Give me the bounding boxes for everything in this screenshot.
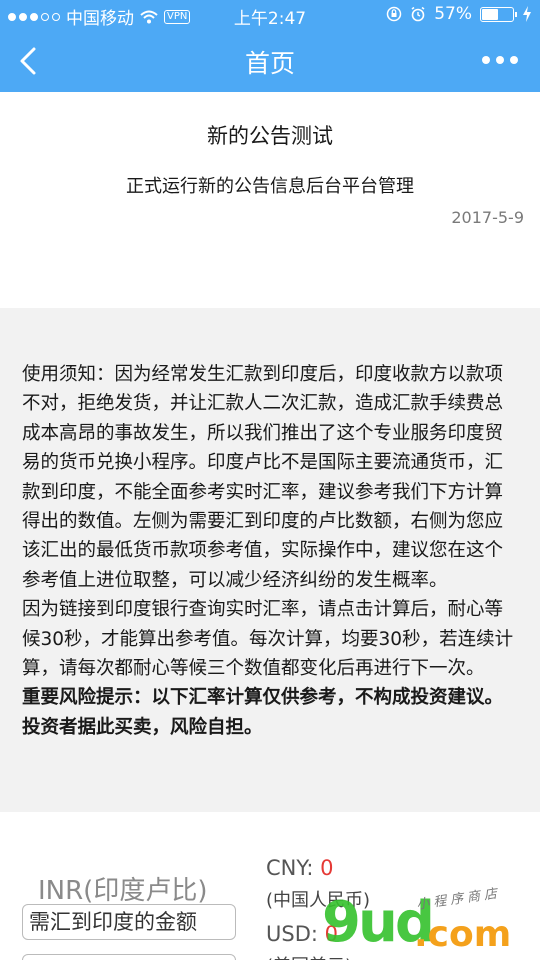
status-bar: 中国移动 VPN 上午2:47 57%	[0, 0, 540, 30]
announcement-title: 新的公告测试	[207, 124, 333, 148]
battery-fill	[482, 8, 499, 20]
status-right: 57%	[386, 4, 532, 24]
inr-label: INR(印度卢比)	[38, 876, 208, 906]
usage-instructions: 使用须知：因为经常发生汇款到印度后，印度收款方以款项不对，拒绝发货，并让汇款人二…	[0, 308, 540, 812]
calculate-button[interactable]	[22, 954, 236, 960]
charging-icon	[523, 6, 531, 22]
cny-value: 0	[320, 856, 334, 880]
announcement-date: 2017-5-9	[451, 208, 524, 227]
usd-value: 0	[324, 922, 338, 946]
cny-description: (中国人民币)	[266, 890, 371, 911]
lock-rotation-icon	[386, 6, 402, 22]
cny-result: CNY: 0	[266, 856, 334, 880]
more-button[interactable]	[482, 50, 522, 70]
battery-percent: 57%	[434, 4, 472, 24]
risk-warning: 重要风险提示：以下汇率计算仅供参考，不构成投资建议。投资者据此买卖，风险自担。	[22, 687, 504, 738]
instructions-paragraph-1: 使用须知：因为经常发生汇款到印度后，印度收款方以款项不对，拒绝发货，并让汇款人二…	[22, 364, 504, 591]
instructions-paragraph-2: 因为链接到印度银行查询实时汇率，请点击计算后，耐心等候30秒，才能算出参考值。每…	[22, 599, 514, 680]
announcement-body: 正式运行新的公告信息后台平台管理	[126, 176, 414, 197]
currency-calculator: INR(印度卢比) CNY: 0 (中国人民币) USD: 0 (美国美元)	[0, 812, 540, 960]
nav-bar: 首页	[0, 30, 540, 92]
more-dots-icon	[482, 56, 490, 64]
page-title: 首页	[244, 49, 295, 78]
inr-amount-input[interactable]	[22, 904, 236, 940]
usd-description: (美国美元)	[266, 952, 352, 960]
cny-label: CNY:	[266, 856, 321, 880]
usd-result: USD: 0	[266, 922, 338, 946]
announcement-card: 新的公告测试 正式运行新的公告信息后台平台管理 2017-5-9	[0, 92, 540, 308]
alarm-icon	[411, 6, 425, 22]
battery-icon	[480, 6, 517, 22]
usd-label: USD:	[266, 922, 325, 946]
